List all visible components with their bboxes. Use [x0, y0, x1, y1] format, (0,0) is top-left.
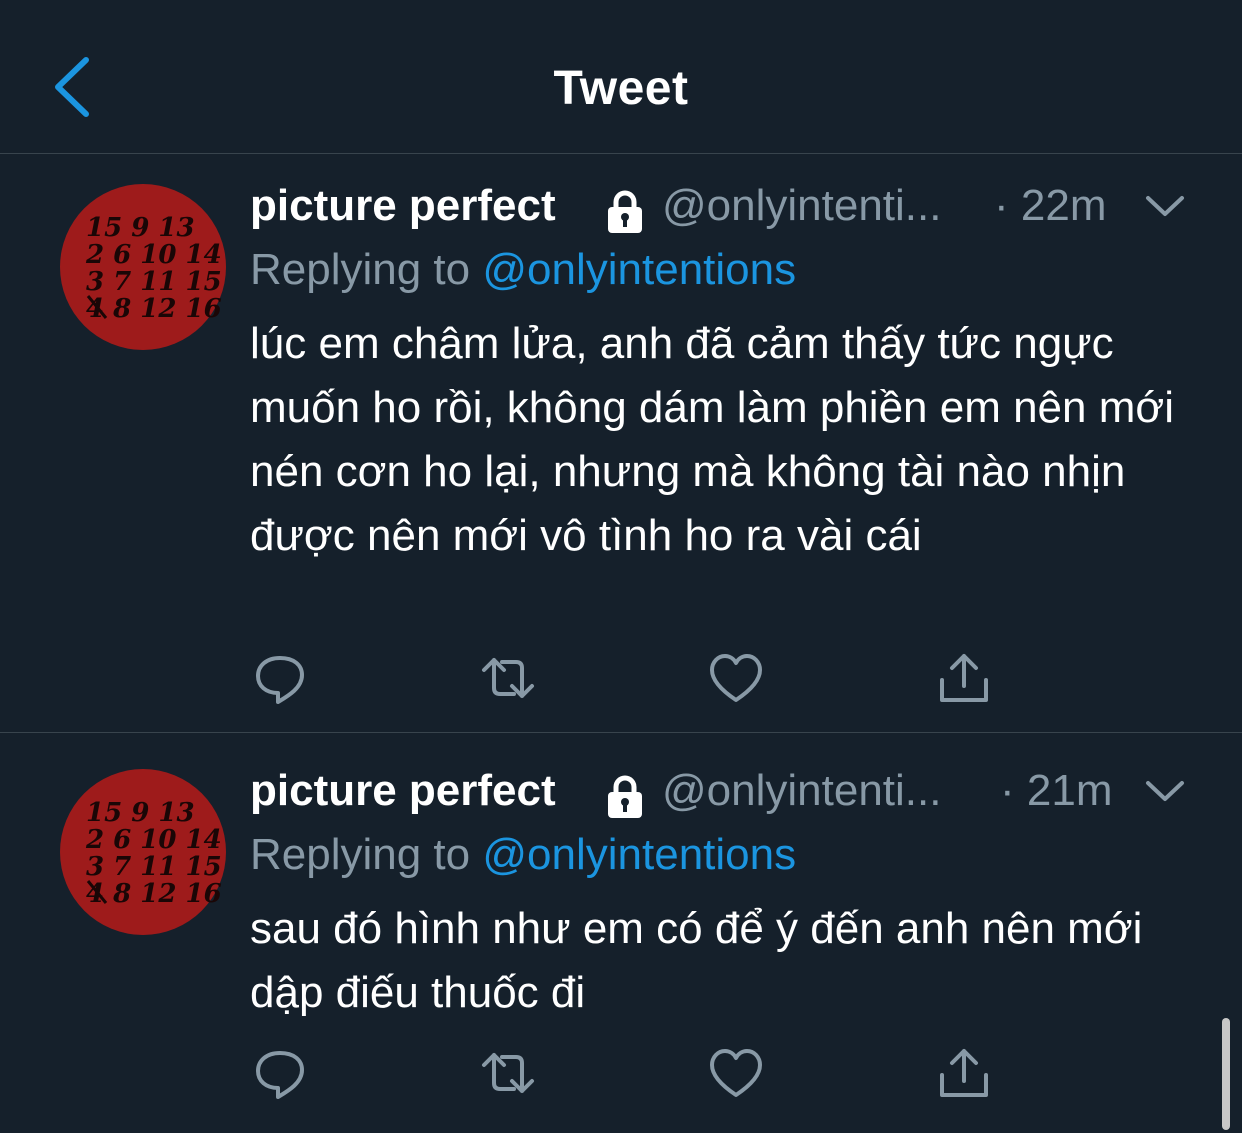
like-icon	[710, 654, 762, 702]
replying-to-label: Replying to	[250, 245, 471, 294]
retweet-icon	[482, 658, 534, 698]
like-button[interactable]	[706, 650, 766, 706]
avatar[interactable]: 15 9 13 2 6 10 14 3 7 11 15 4 8 12 16	[60, 769, 226, 935]
avatar-text-line: 15 9 13	[86, 213, 195, 243]
retweet-button[interactable]	[478, 1045, 538, 1101]
tweet[interactable]: 15 9 13 2 6 10 14 3 7 11 15 4 8 12 16 pi…	[0, 154, 1242, 733]
chevron-down-icon[interactable]	[1140, 769, 1190, 813]
lock-icon	[608, 775, 642, 818]
share-button[interactable]	[934, 650, 994, 706]
reply-button[interactable]	[250, 1045, 310, 1101]
retweet-icon	[482, 1053, 534, 1093]
page-title: Tweet	[553, 62, 689, 115]
tweet-time: · 21m	[1000, 766, 1113, 815]
tweet-time: · 22m	[994, 181, 1107, 230]
reply-to-handle[interactable]: @onlyintentions	[482, 830, 796, 879]
avatar-text-line: 3 7 11 15	[86, 267, 222, 297]
avatar-text-line: 4 8 12 16	[86, 879, 222, 909]
tweet-actions	[250, 650, 1010, 706]
like-button[interactable]	[706, 1045, 766, 1101]
scrollbar[interactable]	[1222, 1018, 1230, 1130]
avatar-text-line: 2 6 10 14	[85, 825, 222, 855]
display-name[interactable]: picture perfect	[250, 761, 556, 821]
avatar-text-line: 2 6 10 14	[85, 240, 222, 270]
tweet-actions	[250, 1045, 1010, 1101]
tweet-header: picture perfect @onlyintenti... · 22m	[250, 176, 1210, 236]
lock-icon	[608, 190, 642, 233]
reply-icon	[256, 1051, 304, 1099]
reply-icon	[256, 656, 304, 704]
tweet-header: picture perfect @onlyintenti... · 21m	[250, 761, 1210, 821]
avatar-text-line: 4 8 12 16	[86, 294, 222, 324]
tweet[interactable]: 15 9 13 2 6 10 14 3 7 11 15 4 8 12 16 pi…	[0, 733, 1242, 1133]
like-icon	[710, 1049, 762, 1097]
avatar-text-line: 3 7 11 15	[86, 852, 222, 882]
replying-to-label: Replying to	[250, 830, 471, 879]
tweet-text: sau đó hình như em có để ý đến anh nên m…	[250, 904, 1143, 1017]
avatar[interactable]: 15 9 13 2 6 10 14 3 7 11 15 4 8 12 16	[60, 184, 226, 350]
reply-button[interactable]	[250, 650, 310, 706]
replying-to: Replying to @onlyintentions	[250, 240, 796, 300]
retweet-button[interactable]	[478, 650, 538, 706]
replying-to: Replying to @onlyintentions	[250, 825, 796, 885]
display-name[interactable]: picture perfect	[250, 176, 556, 236]
reply-to-handle[interactable]: @onlyintentions	[482, 245, 796, 294]
share-button[interactable]	[934, 1045, 994, 1101]
user-handle[interactable]: @onlyintenti...	[662, 761, 941, 821]
share-icon	[940, 654, 988, 702]
chevron-down-icon[interactable]	[1140, 184, 1190, 228]
avatar-text-line: 15 9 13	[86, 798, 195, 828]
user-handle[interactable]: @onlyintenti...	[662, 176, 941, 236]
tweet-text: lúc em châm lửa, anh đã cảm thấy tức ngự…	[250, 319, 1174, 560]
share-icon	[940, 1049, 988, 1097]
top-bar: Tweet	[0, 0, 1242, 154]
